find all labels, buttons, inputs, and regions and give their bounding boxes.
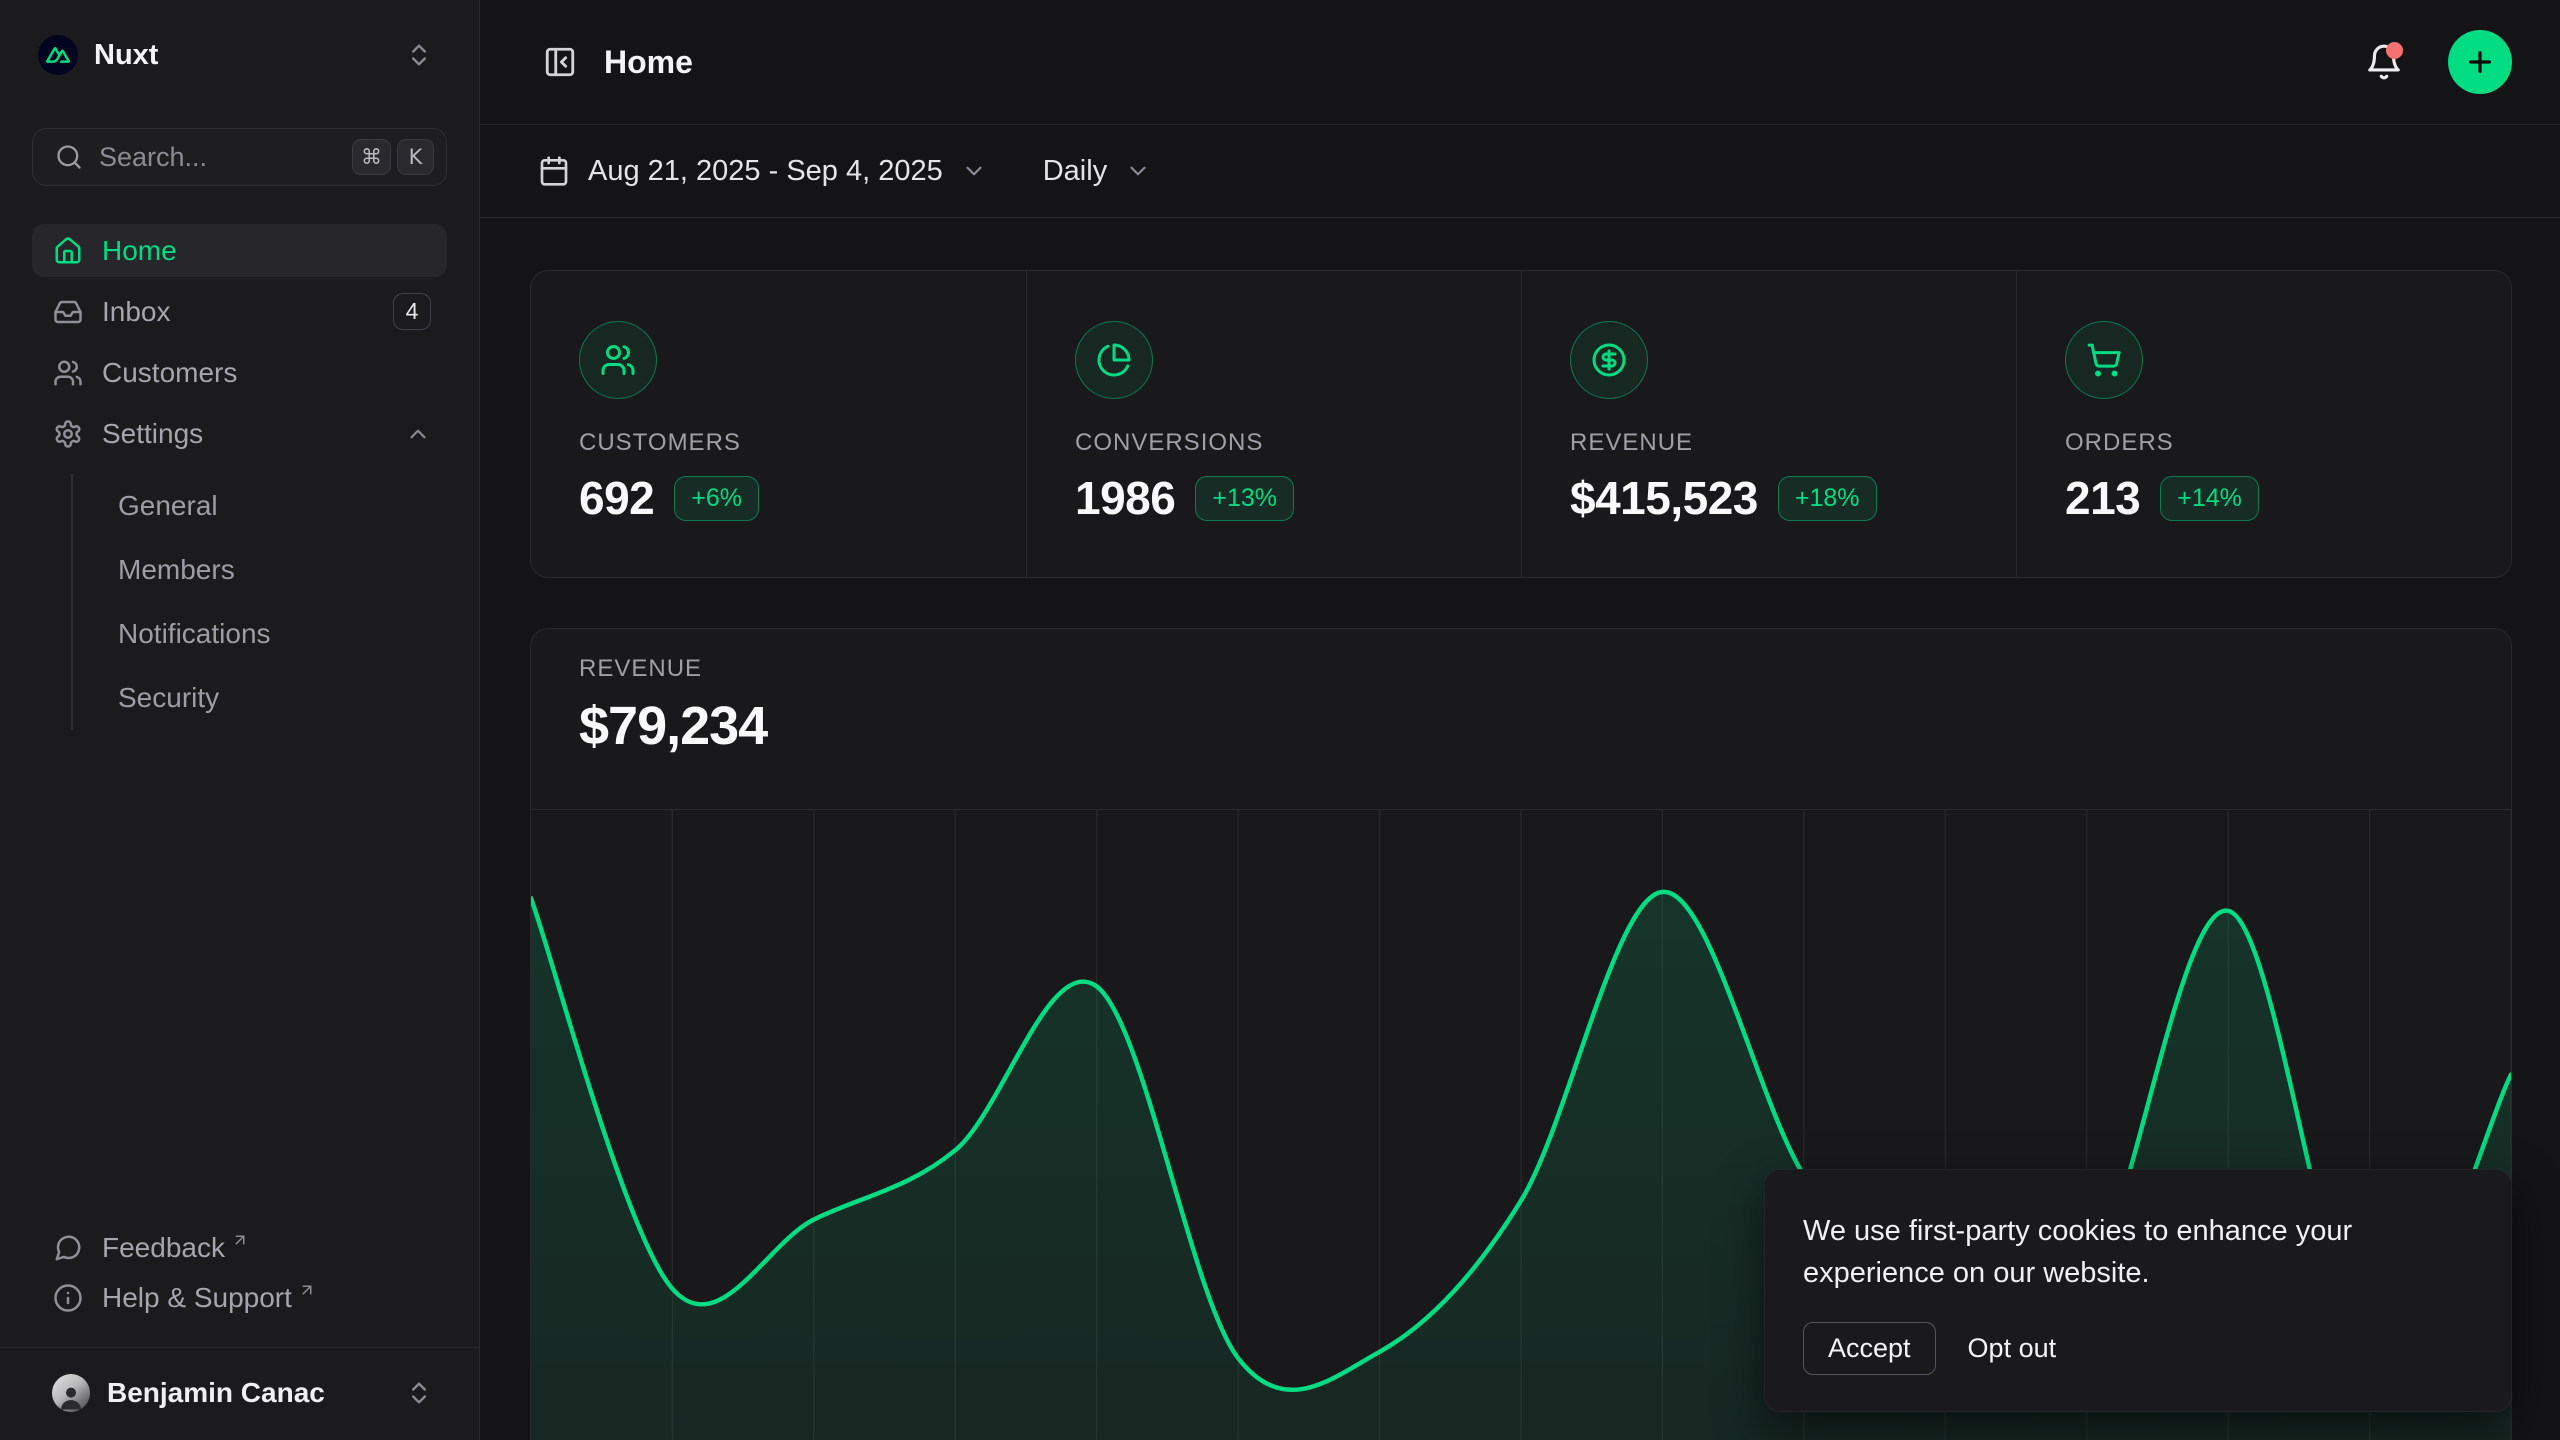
cookie-message: We use first-party cookies to enhance yo… (1803, 1210, 2473, 1294)
sidebar-nav: Home Inbox 4 Customers Settings Ge (32, 224, 447, 734)
date-range-picker[interactable]: Aug 21, 2025 - Sep 4, 2025 (538, 155, 987, 188)
revenue-chart-label: REVENUE (579, 655, 2463, 683)
message-circle-icon (53, 1233, 83, 1263)
sidebar-item-inbox[interactable]: Inbox 4 (32, 285, 447, 338)
feedback-link[interactable]: Feedback (32, 1223, 447, 1273)
sidebar-item-general[interactable]: General (118, 486, 447, 526)
stat-delta-badge: +6% (674, 476, 759, 521)
main-area: Home Aug 21, 2025 - Sep 4, 2025 Daily (480, 0, 2560, 1440)
stat-label: REVENUE (1570, 429, 1968, 457)
user-section: Benjamin Canac (0, 1347, 479, 1440)
settings-subnav: General Members Notifications Security (71, 474, 447, 730)
inbox-count-badge: 4 (393, 293, 431, 330)
revenue-chart-total: $79,234 (579, 695, 2463, 757)
cookie-optout-button[interactable]: Opt out (1958, 1323, 2067, 1374)
stat-label: CUSTOMERS (579, 429, 978, 457)
sidebar-item-security[interactable]: Security (118, 678, 447, 718)
plus-icon (2464, 46, 2496, 78)
shopping-cart-icon (2065, 321, 2143, 399)
stat-delta-badge: +18% (1778, 476, 1877, 521)
avatar (52, 1374, 90, 1412)
sidebar-item-home[interactable]: Home (32, 224, 447, 277)
sidebar-item-customers[interactable]: Customers (32, 346, 447, 399)
sidebar-item-members[interactable]: Members (118, 550, 447, 590)
gear-icon (53, 419, 83, 449)
chevron-up-icon (405, 421, 431, 447)
user-menu[interactable]: Benjamin Canac (32, 1364, 447, 1422)
chevron-down-icon (1125, 158, 1151, 184)
chevrons-up-down-icon (405, 1379, 433, 1407)
kbd-k: K (397, 139, 434, 175)
sidebar-spacer (32, 734, 447, 1223)
search-input[interactable] (99, 142, 346, 173)
cookie-banner: We use first-party cookies to enhance yo… (1764, 1169, 2512, 1412)
chevron-down-icon (961, 158, 987, 184)
stat-value: $415,523 (1570, 471, 1758, 525)
sidebar-item-settings[interactable]: Settings (32, 407, 447, 460)
sidebar-footer-links: Feedback Help & Support (32, 1223, 447, 1347)
help-support-link[interactable]: Help & Support (32, 1273, 447, 1323)
stat-value: 1986 (1075, 471, 1175, 525)
chevrons-up-down-icon (405, 41, 433, 69)
stat-value: 692 (579, 471, 654, 525)
sidebar: Nuxt ⌘ K Home Inbox 4 (0, 0, 480, 1440)
circle-dollar-icon (1570, 321, 1648, 399)
stat-value: 213 (2065, 471, 2140, 525)
external-link-icon (231, 1231, 249, 1249)
team-switcher[interactable]: Nuxt (32, 24, 447, 86)
add-button[interactable] (2448, 30, 2512, 94)
page-title: Home (604, 44, 2362, 81)
team-name: Nuxt (94, 39, 405, 72)
stat-orders[interactable]: ORDERS 213 +14% (2016, 271, 2511, 577)
home-icon (53, 236, 83, 266)
search-bar[interactable]: ⌘ K (32, 128, 447, 186)
search-icon (55, 143, 83, 171)
date-range-value: Aug 21, 2025 - Sep 4, 2025 (588, 155, 943, 188)
external-link-icon (298, 1281, 316, 1299)
revenue-chart-header: REVENUE $79,234 (531, 629, 2511, 809)
inbox-icon (53, 297, 83, 327)
stat-revenue[interactable]: REVENUE $415,523 +18% (1521, 271, 2016, 577)
frequency-value: Daily (1043, 155, 1107, 188)
pie-chart-icon (1075, 321, 1153, 399)
page-header: Home (480, 0, 2560, 125)
frequency-select[interactable]: Daily (1043, 155, 1151, 188)
info-circle-icon (53, 1283, 83, 1313)
stat-label: CONVERSIONS (1075, 429, 1473, 457)
stat-customers[interactable]: CUSTOMERS 692 +6% (531, 271, 1026, 577)
stat-label: ORDERS (2065, 429, 2463, 457)
user-name: Benjamin Canac (107, 1377, 405, 1409)
calendar-icon (538, 155, 570, 187)
sidebar-collapse-button[interactable] (538, 40, 582, 84)
notification-dot (2386, 42, 2403, 59)
stat-conversions[interactable]: CONVERSIONS 1986 +13% (1026, 271, 1521, 577)
stat-delta-badge: +13% (1195, 476, 1294, 521)
stats-card: CUSTOMERS 692 +6% CONVERSIONS 1986 +13% (530, 270, 2512, 578)
nuxt-logo-icon (38, 35, 78, 75)
kbd-command: ⌘ (352, 139, 391, 175)
users-icon (53, 358, 83, 388)
sidebar-item-notifications[interactable]: Notifications (118, 614, 447, 654)
filters-toolbar: Aug 21, 2025 - Sep 4, 2025 Daily (480, 125, 2560, 218)
notifications-button[interactable] (2362, 40, 2406, 84)
stat-delta-badge: +14% (2160, 476, 2259, 521)
users-icon (579, 321, 657, 399)
cookie-accept-button[interactable]: Accept (1803, 1322, 1936, 1375)
